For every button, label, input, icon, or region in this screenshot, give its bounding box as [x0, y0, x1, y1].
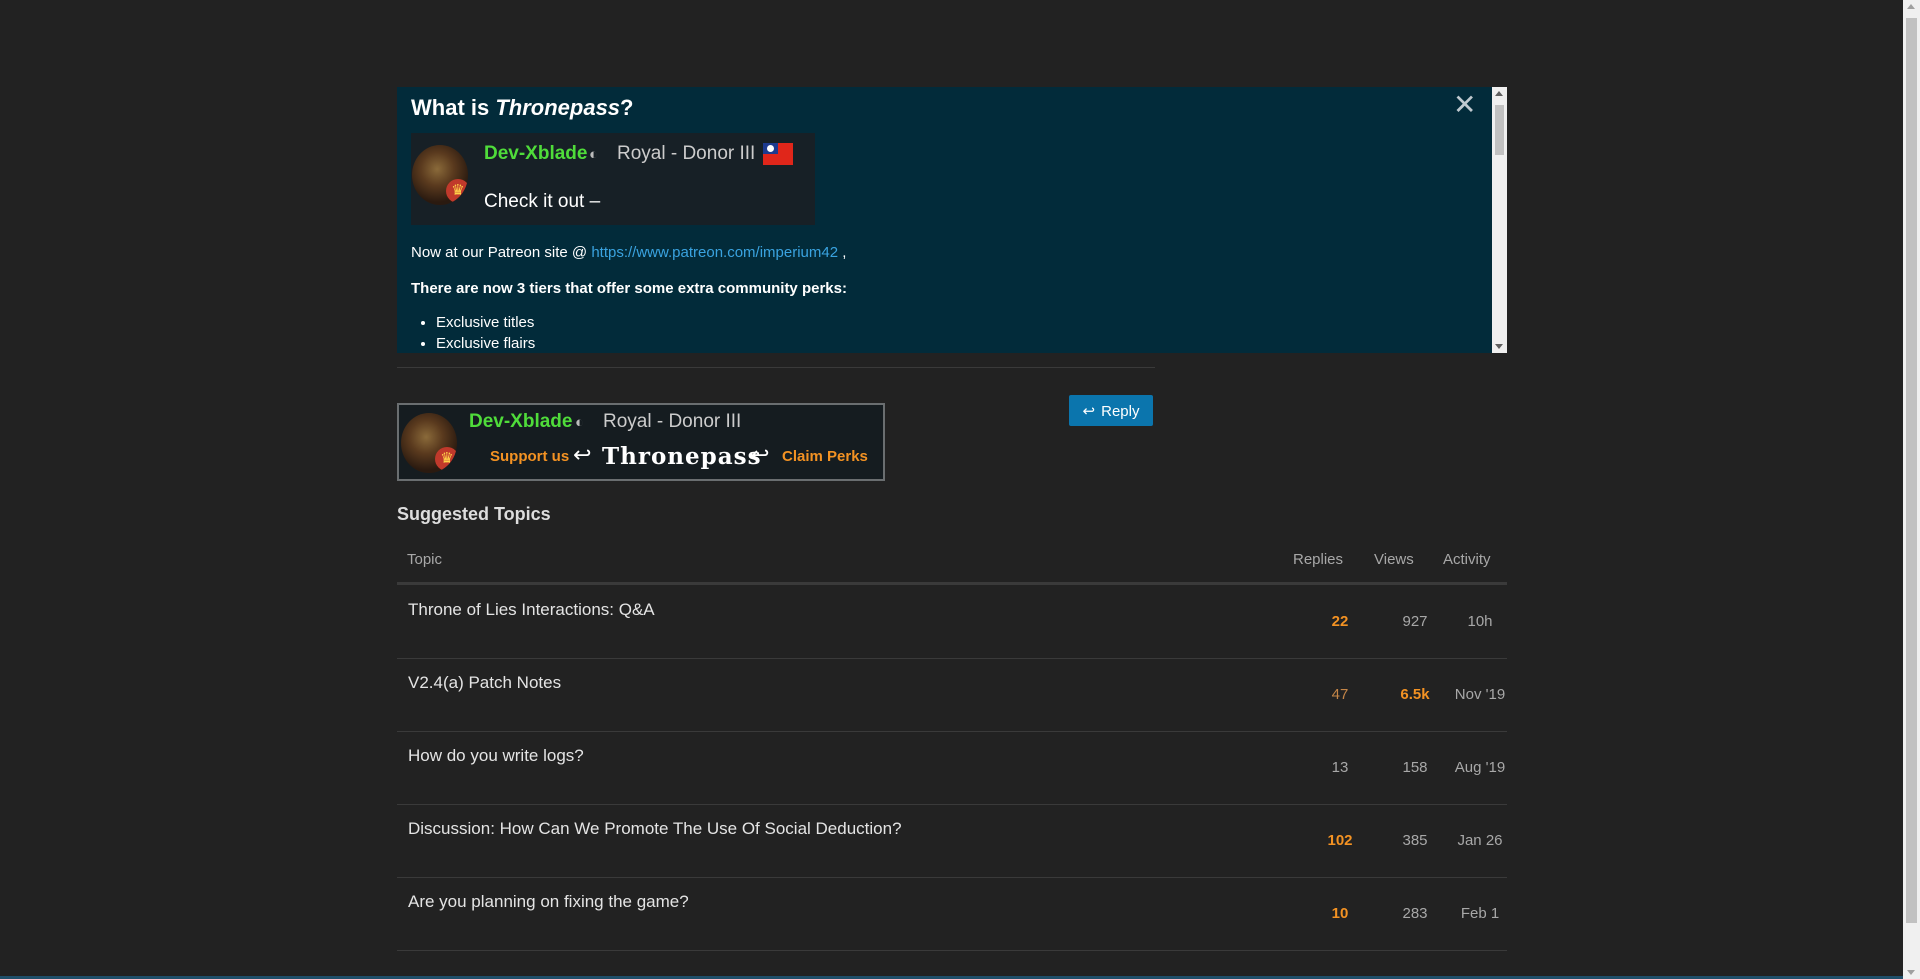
topic-title-link[interactable]: V2.4(a) Patch Notes — [408, 673, 561, 693]
table-row: V2.4(a) Patch Notes 47 6.5k Nov '19 — [397, 658, 1507, 732]
suggested-topics-heading: Suggested Topics — [397, 504, 551, 524]
list-item: Exclusive flairs — [436, 333, 535, 353]
banner-scrollbar[interactable] — [1492, 87, 1507, 353]
post-signature[interactable]: ♛ Dev-Xblade ◐ Royal - Donor III Support… — [397, 403, 885, 481]
page-scrollbar[interactable] — [1903, 0, 1920, 979]
reply-icon: ↩ — [1082, 402, 1096, 420]
thronepass-logo-text: Thronepass — [602, 443, 762, 470]
list-item: Exclusive titles — [436, 312, 535, 333]
arrows-icon: ↩ — [751, 442, 770, 467]
replies-count[interactable]: 102 — [1310, 832, 1370, 849]
reply-button[interactable]: ↩ Reply — [1069, 395, 1153, 426]
support-us-text: Support us — [490, 448, 570, 465]
replies-count[interactable]: 47 — [1310, 686, 1370, 703]
topic-title-link[interactable]: Throne of Lies Interactions: Q&A — [408, 600, 655, 620]
signature-username: Dev-Xblade — [469, 411, 573, 432]
arrows-icon: ↩ — [573, 442, 592, 467]
banner-signature: ♛ Dev-Xblade ◐ Royal - Donor III Check i… — [411, 133, 815, 225]
table-row: Are you planning on fixing the game? 10 … — [397, 877, 1507, 951]
divider — [397, 367, 1155, 368]
flag-icon — [763, 143, 793, 165]
perk-list: Exclusive titles Exclusive flairs — [411, 312, 535, 353]
close-icon[interactable]: ✕ — [1453, 91, 1476, 119]
activity-time[interactable]: Nov '19 — [1445, 686, 1515, 703]
views-count: 158 — [1402, 759, 1428, 776]
crown-icon: ♛ — [435, 447, 457, 471]
table-row: Discussion: How Can We Promote The Use O… — [397, 804, 1507, 878]
table-row: Throne of Lies Interactions: Q&A 22 927 … — [397, 585, 1507, 659]
replies-count[interactable]: 13 — [1310, 759, 1370, 776]
column-header-views[interactable]: Views — [1374, 551, 1414, 568]
activity-time[interactable]: Aug '19 — [1445, 759, 1515, 776]
column-header-topic: Topic — [407, 551, 443, 568]
topic-title-link[interactable]: Are you planning on fixing the game? — [408, 892, 689, 912]
signature-user-title: Royal - Donor III — [617, 143, 756, 164]
views-count: 6.5k — [1400, 686, 1430, 703]
signature-user-title: Royal - Donor III — [603, 411, 742, 432]
tiers-text: There are now 3 tiers that offer some ex… — [411, 280, 847, 297]
thronepass-banner: What is Thronepass? ✕ ♛ Dev-Xblade ◐ Roy… — [397, 87, 1507, 353]
column-header-replies[interactable]: Replies — [1293, 551, 1343, 568]
replies-count[interactable]: 22 — [1310, 613, 1370, 630]
activity-time[interactable]: Feb 1 — [1445, 905, 1515, 922]
replies-count[interactable]: 10 — [1310, 905, 1370, 922]
activity-time[interactable]: 10h — [1445, 613, 1515, 630]
avatar: ♛ — [412, 145, 468, 205]
topic-title-link[interactable]: Discussion: How Can We Promote The Use O… — [408, 819, 902, 839]
signature-username[interactable]: Dev-Xblade — [484, 143, 587, 165]
table-row: How do you write logs? 13 158 Aug '19 — [397, 731, 1507, 805]
patreon-link[interactable]: https://www.patreon.com/imperium42 — [591, 244, 838, 261]
views-count: 385 — [1402, 832, 1428, 849]
activity-time[interactable]: Jan 26 — [1445, 832, 1515, 849]
topic-title-link[interactable]: How do you write logs? — [408, 746, 584, 766]
column-header-activity[interactable]: Activity — [1443, 551, 1491, 568]
views-count: 927 — [1402, 613, 1428, 630]
reply-label: Reply — [1101, 402, 1140, 420]
banner-title: What is Thronepass? — [411, 95, 634, 120]
shield-icon: ◐ — [575, 414, 585, 431]
signature-message: Check it out – — [484, 191, 601, 212]
views-count: 283 — [1402, 905, 1428, 922]
crown-icon: ♛ — [446, 179, 468, 203]
patreon-line: Now at our Patreon site @ https://www.pa… — [411, 244, 847, 261]
avatar: ♛ — [401, 413, 457, 473]
claim-perks-text: Claim Perks — [782, 448, 868, 465]
shield-icon: ◐ — [589, 146, 599, 163]
